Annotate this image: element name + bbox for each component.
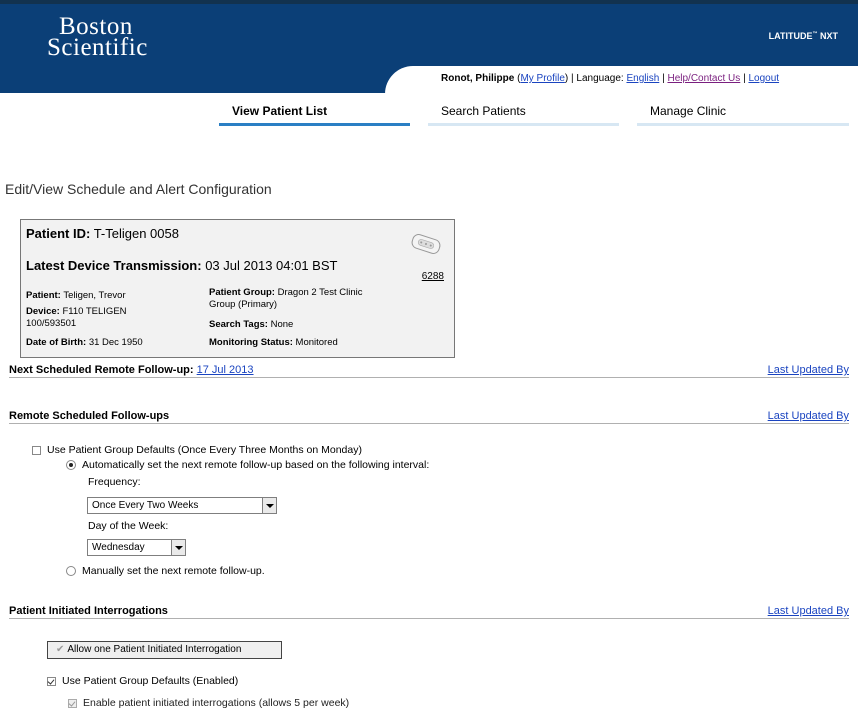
help-contact-link[interactable]: Help/Contact Us [667,73,740,84]
next-followup-date-link[interactable]: 17 Jul 2013 [197,364,254,376]
chevron-down-icon[interactable] [171,540,185,555]
manual-followup-option[interactable]: Manually set the next remote follow-up. [66,565,265,577]
allow-one-pii-button[interactable]: ✔ Allow one Patient Initiated Interrogati… [47,641,282,659]
last-updated-by-link[interactable]: Last Updated By [768,605,849,617]
dob-value: 31 Dec 1950 [88,337,143,348]
my-profile-link[interactable]: My Profile [520,73,564,84]
monitoring-value: Monitored [295,337,338,348]
auto-followup-radio[interactable] [66,460,76,471]
next-followup-row: Next Scheduled Remote Follow-up: 17 Jul … [9,364,849,378]
tab-underline [219,123,410,126]
last-updated-by-link[interactable]: Last Updated By [768,410,849,422]
tab-label: Manage Clinic [650,104,727,118]
ldt-label: Latest Device Transmission: [26,258,202,273]
patient-value: Teligen, Trevor [63,290,126,301]
device-value-1: F110 TELIGEN [62,306,127,317]
checkmark-icon: ✔ [56,644,65,655]
manual-followup-label: Manually set the next remote follow-up. [82,565,265,577]
patient-summary-card: Patient ID: T-Teligen 0058 Latest Device… [20,219,455,358]
device-value-2: 100/593501 [26,318,77,329]
patient-id-value: T-Teligen 0058 [93,226,179,241]
device-number-link[interactable]: 6288 [422,271,444,282]
latest-transmission: Latest Device Transmission: 03 Jul 2013 … [26,258,337,273]
use-group-defaults-option[interactable]: Use Patient Group Defaults (Once Every T… [32,444,362,456]
user-name: Ronot, Philippe [441,73,515,84]
tab-underline [428,123,619,126]
pii-use-group-defaults-option[interactable]: Use Patient Group Defaults (Enabled) [47,675,238,687]
dob-label: Date of Birth: [26,337,87,348]
site-header: Boston Scientific LATITUDE™ NXT Ronot, P… [0,0,858,97]
enable-pii-checkbox [68,698,77,708]
paren-close: ) [564,73,569,84]
tab-label: View Patient List [232,104,328,118]
tab-manage-clinic[interactable]: Manage Clinic [637,104,849,126]
user-bar: Ronot, Philippe (My Profile) | Language:… [385,66,858,97]
logout-link[interactable]: Logout [748,73,779,84]
device-info: Device: F110 TELIGEN 100/593501 [26,306,127,330]
language-label: Language: [576,73,624,84]
auto-followup-option[interactable]: Automatically set the next remote follow… [66,459,429,471]
separator: | [662,73,665,84]
tags-label: Search Tags: [209,319,268,330]
ldt-value: 03 Jul 2013 04:01 BST [205,258,338,273]
tags-value: None [270,319,294,330]
section-title: Patient Initiated Interrogations [9,605,168,617]
brand-suffix: NXT [817,31,838,41]
group-value-1: Dragon 2 Test Clinic [277,287,363,298]
group-value-2: Group (Primary) [209,299,278,310]
auto-followup-label: Automatically set the next remote follow… [82,459,430,471]
device-label: Device: [26,306,60,317]
use-group-defaults-checkbox[interactable] [32,445,41,455]
group-label: Patient Group: [209,287,275,298]
enable-pii-label: Enable patient initiated interrogations … [83,697,350,709]
tab-view-patient-list[interactable]: View Patient List [219,104,410,126]
pii-header: Patient Initiated Interrogations Last Up… [9,605,849,619]
patient-id-label: Patient ID: [26,226,91,241]
search-tags: Search Tags: None [209,319,293,331]
frequency-label: Frequency: [88,476,141,488]
chevron-down-icon[interactable] [262,498,276,513]
frequency-value: Once Every Two Weeks [92,500,199,511]
monitoring-status: Monitoring Status: Monitored [209,337,338,349]
day-of-week-value: Wednesday [92,542,145,553]
patient-group: Patient Group: Dragon 2 Test Clinic Group… [209,287,362,311]
separator: | [571,73,574,84]
button-label: Allow one Patient Initiated Interrogatio… [67,644,242,655]
enable-pii-option: Enable patient initiated interrogations … [68,697,349,709]
brand-name: LATITUDE [768,31,813,41]
tab-underline [637,123,849,126]
last-updated-by-link[interactable]: Last Updated By [768,364,849,376]
remote-followups-header: Remote Scheduled Follow-ups Last Updated… [9,410,849,424]
day-of-week-label: Day of the Week: [88,520,169,532]
boston-scientific-logo: Boston Scientific [47,14,148,61]
pii-use-group-defaults-label: Use Patient Group Defaults (Enabled) [62,675,239,687]
next-followup-label: Next Scheduled Remote Follow-up: [9,364,194,376]
logo-line-2: Scientific [47,34,148,61]
tab-search-patients[interactable]: Search Patients [428,104,619,126]
frequency-select[interactable]: Once Every Two Weeks [87,497,277,514]
page-title: Edit/View Schedule and Alert Configurati… [5,181,272,197]
pii-use-group-defaults-checkbox[interactable] [47,676,56,686]
date-of-birth: Date of Birth: 31 Dec 1950 [26,337,143,349]
section-title: Remote Scheduled Follow-ups [9,410,170,422]
patient-label: Patient: [26,290,61,301]
separator: | [743,73,746,84]
tab-label: Search Patients [441,104,526,118]
monitoring-label: Monitoring Status: [209,337,293,348]
communicator-device-icon [411,234,441,254]
manual-followup-radio[interactable] [66,566,76,577]
language-link[interactable]: English [626,73,659,84]
use-group-defaults-label: Use Patient Group Defaults (Once Every T… [47,444,362,456]
patient-id: Patient ID: T-Teligen 0058 [26,226,179,241]
latitude-brand: LATITUDE™ NXT [769,31,838,41]
patient-name: Patient: Teligen, Trevor [26,290,126,302]
day-of-week-select[interactable]: Wednesday [87,539,186,556]
